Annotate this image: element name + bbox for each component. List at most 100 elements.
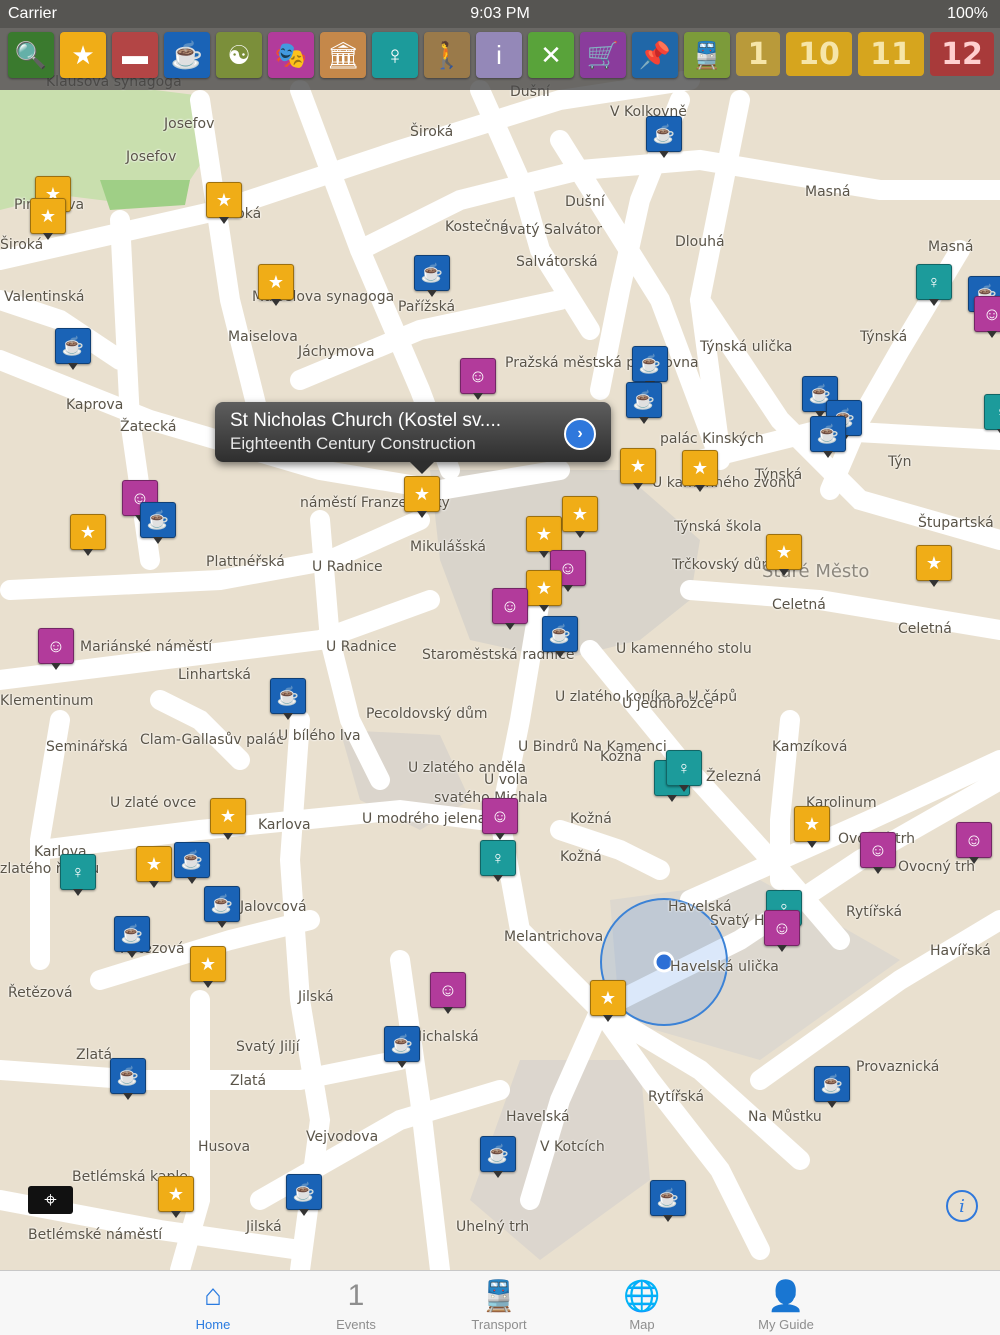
- sight-pin[interactable]: ★: [158, 1176, 194, 1218]
- street-label: Na Můstku: [748, 1109, 822, 1125]
- category-filter-bar: 🔍 ★ ▬ ☕ ☯ 🎭 🏛 ♀ 🚶 i ✕ 🛒 📌 🚆 1 10 11 12: [0, 28, 1000, 90]
- nightlife-pin[interactable]: ♀: [480, 840, 516, 882]
- nightlife-pin[interactable]: ♀: [984, 394, 1000, 436]
- cafe-pin[interactable]: ☕: [204, 886, 240, 928]
- cafe-pin[interactable]: ☕: [650, 1180, 686, 1222]
- theatre-pin[interactable]: ☺: [38, 628, 74, 670]
- tab-events[interactable]: 1 Events: [296, 1271, 416, 1335]
- hotel-bed-icon[interactable]: ▬: [112, 32, 158, 78]
- cafe-pin[interactable]: ☕: [626, 382, 662, 424]
- sight-pin[interactable]: ★: [682, 450, 718, 492]
- cafe-pin[interactable]: ☕: [810, 416, 846, 458]
- info-icon[interactable]: i: [476, 32, 522, 78]
- tab-label: Transport: [471, 1317, 527, 1332]
- sight-pin[interactable]: ★: [206, 182, 242, 224]
- theatre-pin[interactable]: ☺: [860, 832, 896, 874]
- tram-icon[interactable]: 🚆: [684, 32, 730, 78]
- street-label: Husova: [198, 1139, 251, 1155]
- theatre-pin[interactable]: ☺: [492, 588, 528, 630]
- tab-map[interactable]: 🌐 Map: [582, 1271, 702, 1335]
- restaurant-cutlery-icon[interactable]: ✕: [528, 32, 574, 78]
- tab-transport[interactable]: 🚆 Transport: [439, 1271, 559, 1335]
- museum-icon[interactable]: 🏛: [320, 32, 366, 78]
- street-label: U Radnice: [326, 639, 397, 655]
- locate-me-button[interactable]: ⌖: [28, 1186, 73, 1214]
- cafe-pin[interactable]: ☕: [270, 678, 306, 720]
- street-label: Clam-Gallasův palác: [140, 732, 284, 748]
- sight-pin[interactable]: ★: [404, 476, 440, 518]
- theatre-pin[interactable]: ☺: [764, 910, 800, 952]
- sights-icon[interactable]: ★: [60, 32, 106, 78]
- street-label: Michalská: [410, 1029, 479, 1045]
- tab-bar: ⌂ Home 1 Events 🚆 Transport 🌐 Map 👤 My Guide: [0, 1270, 1000, 1335]
- cafe-pin[interactable]: ☕: [414, 255, 450, 297]
- sight-pin[interactable]: ★: [794, 806, 830, 848]
- street-label: Pražská městská pojišťovna: [505, 355, 699, 371]
- nightlife-pin[interactable]: ♀: [666, 750, 702, 792]
- street-label: U Radnice: [312, 559, 383, 575]
- street-label: Řetězová: [8, 985, 73, 1001]
- sight-pin[interactable]: ★: [526, 516, 562, 558]
- sight-pin[interactable]: ★: [136, 846, 172, 888]
- day-filter-11[interactable]: 11: [858, 32, 924, 76]
- cafe-pin[interactable]: ☕: [384, 1026, 420, 1068]
- theatre-masks-icon[interactable]: 🎭: [268, 32, 314, 78]
- street-label: U modrého jelena: [362, 811, 487, 827]
- cafe-pin[interactable]: ☕: [286, 1174, 322, 1216]
- tab-home[interactable]: ⌂ Home: [153, 1271, 273, 1335]
- theatre-pin[interactable]: ☺: [430, 972, 466, 1014]
- sight-pin[interactable]: ★: [562, 496, 598, 538]
- theatre-pin[interactable]: ☺: [956, 822, 992, 864]
- cafe-pin[interactable]: ☕: [480, 1136, 516, 1178]
- theatre-pin[interactable]: ☺: [974, 296, 1000, 338]
- nightlife-dancer-icon[interactable]: ♀: [372, 32, 418, 78]
- theatre-pin[interactable]: ☺: [460, 358, 496, 400]
- yin-yang-icon[interactable]: ☯: [216, 32, 262, 78]
- day-filter-1[interactable]: 1: [736, 32, 780, 76]
- street-label: Melantrichova: [504, 929, 604, 945]
- hiker-icon[interactable]: 🚶: [424, 32, 470, 78]
- map-view[interactable]: Klausova synagogaJosefovJosefovŠirokáDuš…: [0, 0, 1000, 1270]
- cafe-pin[interactable]: ☕: [814, 1066, 850, 1108]
- nightlife-pin[interactable]: ♀: [60, 854, 96, 896]
- search-icon[interactable]: 🔍: [8, 32, 54, 78]
- cafe-pin[interactable]: ☕: [174, 842, 210, 884]
- day-filter-10[interactable]: 10: [786, 32, 852, 76]
- sight-pin[interactable]: ★: [70, 514, 106, 556]
- street-label: Rytířská: [846, 904, 903, 920]
- map-pin-icon[interactable]: 📌: [632, 32, 678, 78]
- cafe-pin[interactable]: ☕: [110, 1058, 146, 1100]
- street-label: Kaprova: [66, 397, 124, 413]
- coffee-cup-icon[interactable]: ☕: [164, 32, 210, 78]
- theatre-pin[interactable]: ☺: [482, 798, 518, 840]
- street-label: Mariánské náměstí: [80, 639, 213, 655]
- tab-label: Events: [336, 1317, 376, 1332]
- tab-label: Map: [629, 1317, 655, 1332]
- sight-pin[interactable]: ★: [766, 534, 802, 576]
- map-info-button[interactable]: i: [946, 1190, 978, 1222]
- street-label: U Bindrů Na Kamenci: [518, 739, 667, 755]
- cafe-pin[interactable]: ☕: [632, 346, 668, 388]
- cafe-pin[interactable]: ☕: [646, 116, 682, 158]
- cafe-pin[interactable]: ☕: [55, 328, 91, 370]
- sight-pin[interactable]: ★: [526, 570, 562, 612]
- sight-pin[interactable]: ★: [210, 798, 246, 840]
- shopping-cart-icon[interactable]: 🛒: [580, 32, 626, 78]
- street-label: Pařížská: [398, 299, 456, 315]
- street-label: Maiselova: [228, 329, 298, 345]
- day-filter-12[interactable]: 12: [930, 32, 994, 76]
- sight-pin[interactable]: ★: [590, 980, 626, 1022]
- sight-pin[interactable]: ★: [258, 264, 294, 306]
- sight-pin[interactable]: ★: [916, 545, 952, 587]
- tab-my-guide[interactable]: 👤 My Guide: [726, 1271, 846, 1335]
- sight-pin[interactable]: ★: [30, 198, 66, 240]
- callout-detail-arrow-icon[interactable]: ›: [564, 418, 596, 450]
- place-callout[interactable]: St Nicholas Church (Kostel sv.... Eighte…: [215, 402, 611, 474]
- nightlife-pin[interactable]: ♀: [916, 264, 952, 306]
- street-label: Kamzíková: [772, 739, 848, 755]
- sight-pin[interactable]: ★: [190, 946, 226, 988]
- cafe-pin[interactable]: ☕: [140, 502, 176, 544]
- sight-pin[interactable]: ★: [620, 448, 656, 490]
- cafe-pin[interactable]: ☕: [114, 916, 150, 958]
- cafe-pin[interactable]: ☕: [542, 616, 578, 658]
